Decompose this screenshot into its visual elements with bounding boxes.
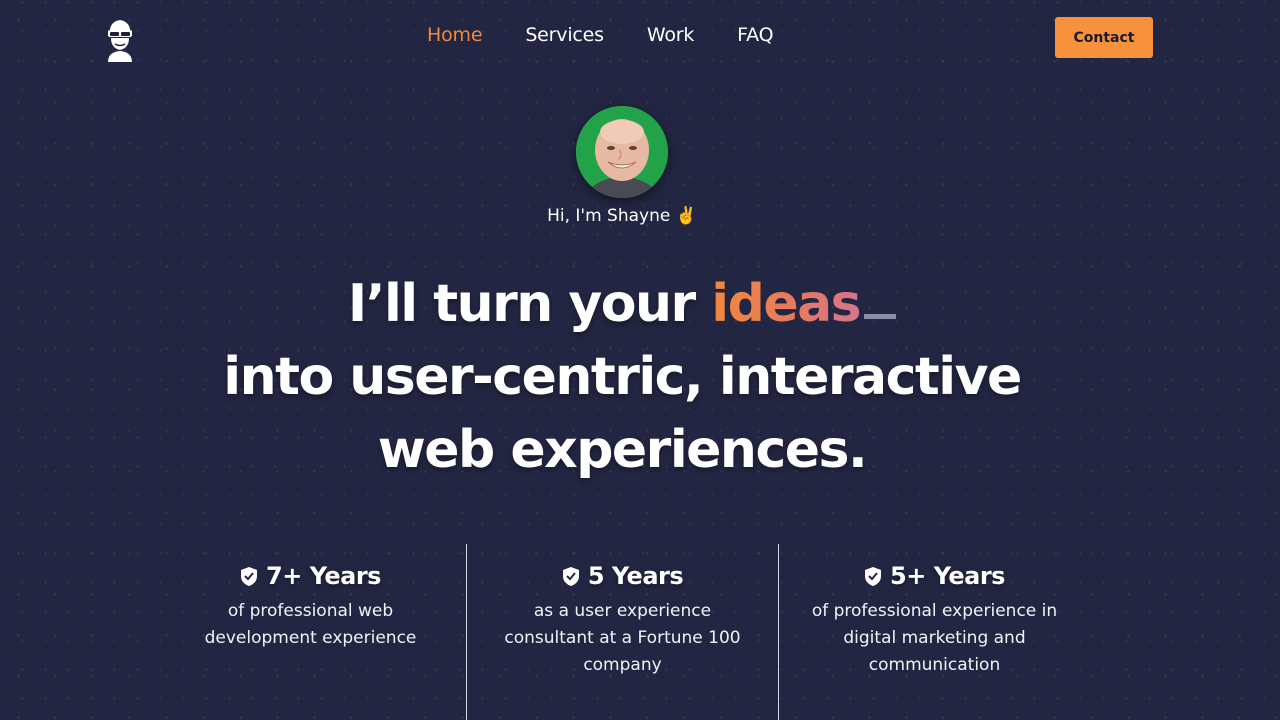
profile-photo <box>576 106 668 198</box>
stat-description: as a user experience consultant at a For… <box>504 601 741 675</box>
headline-part1: I’ll turn your <box>347 274 696 334</box>
typing-cursor <box>864 314 897 319</box>
stats-section: 7+ Years of professional web development… <box>155 544 1090 720</box>
stat-title-text: 5 Years <box>587 562 684 590</box>
stat-item: 5+ Years of professional experience in d… <box>778 544 1090 720</box>
nav-services[interactable]: Services <box>525 24 604 46</box>
ninja-logo-icon[interactable] <box>102 14 138 62</box>
headline-accent-word: ideas <box>711 274 861 334</box>
page: Home Services Work FAQ Contact Hi, I'm S… <box>0 0 1280 720</box>
avatar <box>576 106 668 198</box>
stat-title-text: 7+ Years <box>266 562 381 590</box>
stat-title: 5 Years <box>467 562 778 590</box>
greeting-text: Hi, I'm Shayne ✌️ <box>547 206 697 226</box>
stat-item: 7+ Years of professional web development… <box>155 544 466 720</box>
shield-check-icon <box>865 566 882 586</box>
stat-description: of professional experience in digital ma… <box>811 601 1058 675</box>
main-nav: Home Services Work FAQ <box>427 24 774 46</box>
nav-home[interactable]: Home <box>427 24 483 46</box>
headline-line2: into user-centric, interactive <box>223 347 1022 407</box>
stat-item: 5 Years as a user experience consultant … <box>466 544 778 720</box>
shield-check-icon <box>562 566 579 586</box>
stat-description: of professional web development experien… <box>204 601 417 648</box>
stat-title-text: 5+ Years <box>890 562 1005 590</box>
stat-title: 7+ Years <box>155 562 466 590</box>
contact-button[interactable]: Contact <box>1055 17 1153 58</box>
stat-title: 5+ Years <box>779 562 1090 590</box>
headline-line3: web experiences. <box>377 420 868 480</box>
shield-check-icon <box>241 566 258 586</box>
nav-faq[interactable]: FAQ <box>737 24 773 46</box>
nav-work[interactable]: Work <box>647 24 695 46</box>
hero-headline: I’ll turn your ideas into user-centric, … <box>0 268 1244 487</box>
